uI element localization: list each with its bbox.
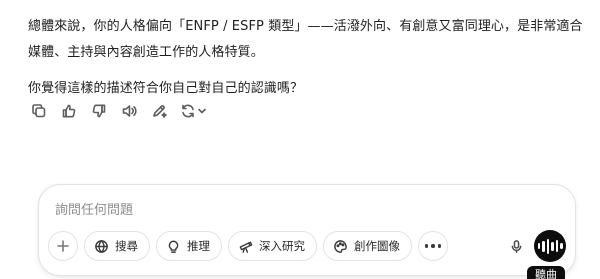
composer: 搜尋 推理 深入研究 <box>38 184 576 276</box>
more-tools-button[interactable] <box>418 231 448 261</box>
globe-icon <box>95 239 108 253</box>
voice-mode-button[interactable] <box>534 230 566 262</box>
edit-in-canvas-icon <box>153 105 167 118</box>
read-aloud-button[interactable] <box>118 100 140 122</box>
composer-tools: 搜尋 推理 深入研究 創作圖像 <box>48 230 448 262</box>
palette-icon <box>334 239 347 253</box>
regenerate-icon <box>181 104 194 118</box>
plus-icon <box>57 240 69 252</box>
voice-bar <box>546 238 549 254</box>
voice-mode-tooltip: 聽曲 <box>527 266 565 279</box>
deep-research-button[interactable]: 深入研究 <box>228 231 317 261</box>
regenerate-button[interactable] <box>178 100 208 122</box>
telescope-icon <box>239 241 253 253</box>
thumbs-down-icon <box>92 104 106 118</box>
message-actions <box>28 100 208 122</box>
voice-bar <box>560 243 563 249</box>
thumbs-up-icon <box>62 104 76 118</box>
voice-bar <box>551 241 554 251</box>
assistant-message: 總體來說，你的人格偏向「ENFP / ESFP 類型」——活潑外向、有創意又富同… <box>28 14 588 102</box>
search-button[interactable]: 搜尋 <box>84 231 150 261</box>
voice-bar <box>542 240 545 252</box>
reason-button[interactable]: 推理 <box>156 231 222 261</box>
attach-button[interactable] <box>48 231 78 261</box>
voice-bar <box>555 240 558 252</box>
prompt-input[interactable] <box>55 199 535 221</box>
more-dot <box>431 244 435 248</box>
dictate-button[interactable] <box>501 231 531 261</box>
more-dot <box>424 244 429 248</box>
edit-in-canvas-button[interactable] <box>148 100 170 122</box>
copy-icon <box>32 104 46 118</box>
create-image-label: 創作圖像 <box>354 239 400 253</box>
message-paragraph: 你覺得這樣的描述符合你自己對自己的認識嗎？ <box>28 81 304 96</box>
chat-page: 總體來說，你的人格偏向「ENFP / ESFP 類型」——活潑外向、有創意又富同… <box>0 0 600 279</box>
create-image-button[interactable]: 創作圖像 <box>323 231 412 261</box>
bad-response-button[interactable] <box>88 100 110 122</box>
deep-research-label: 深入研究 <box>259 239 305 253</box>
good-response-button[interactable] <box>58 100 80 122</box>
search-label: 搜尋 <box>115 239 138 253</box>
reason-label: 推理 <box>187 239 210 253</box>
chevron-down-icon <box>197 108 206 114</box>
voice-bar <box>537 243 540 249</box>
copy-button[interactable] <box>28 100 50 122</box>
lightbulb-icon <box>168 240 179 253</box>
read-aloud-icon <box>122 105 137 117</box>
more-dot <box>437 244 442 248</box>
microphone-icon <box>511 239 521 253</box>
message-paragraph: 總體來說，你的人格偏向「ENFP / ESFP 類型」——活潑外向、有創意又富同… <box>28 19 583 60</box>
